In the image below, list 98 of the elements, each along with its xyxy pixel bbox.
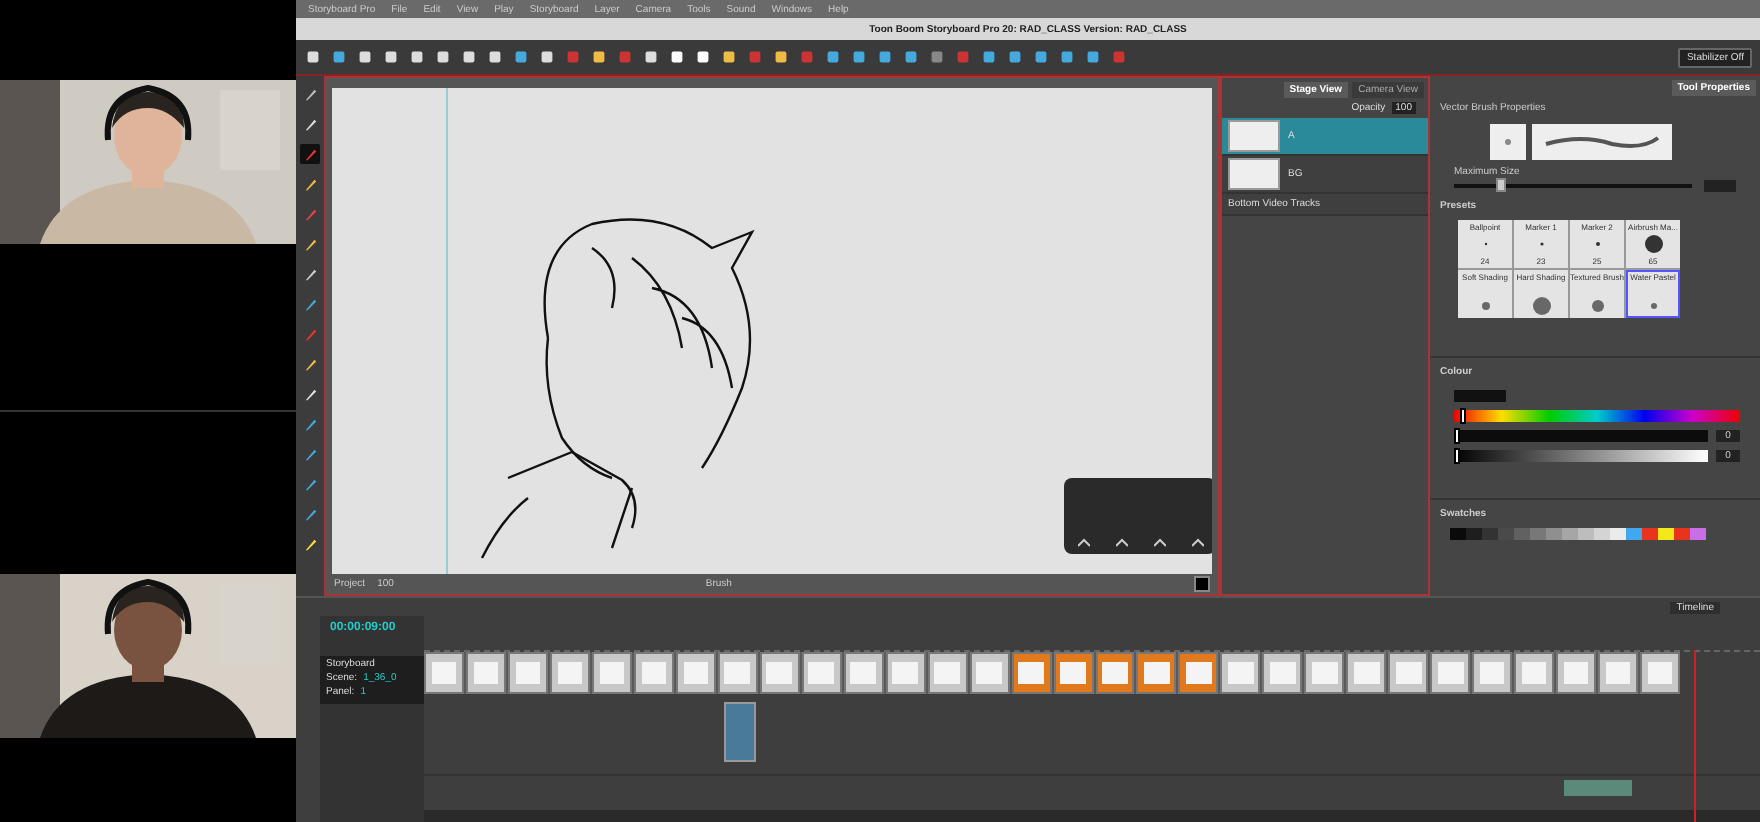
storyboard-panel[interactable] xyxy=(465,652,506,694)
colour-slider[interactable] xyxy=(1454,430,1708,442)
hue-slider[interactable] xyxy=(1454,410,1740,422)
tool-icon xyxy=(303,537,317,551)
storyboard-panel[interactable] xyxy=(843,652,884,694)
colour-swatch[interactable] xyxy=(1690,528,1706,540)
brush-dot-icon xyxy=(1531,296,1551,316)
tool-button[interactable] xyxy=(300,144,320,164)
brush-dot-icon xyxy=(1587,296,1607,316)
tool-button[interactable] xyxy=(300,414,320,434)
audio-clip[interactable] xyxy=(1564,780,1632,796)
slider-thumb[interactable] xyxy=(1496,178,1507,192)
storyboard-panel[interactable] xyxy=(1095,652,1135,694)
tool-button[interactable] xyxy=(300,114,320,134)
camera-control-icon[interactable] xyxy=(1115,538,1127,548)
storyboard-panel[interactable] xyxy=(1178,652,1219,694)
tool-icon xyxy=(303,417,317,431)
colour-swatch[interactable] xyxy=(1562,528,1578,540)
tool-icon xyxy=(303,327,317,341)
storyboard-panel[interactable] xyxy=(927,652,968,694)
storyboard-panel[interactable] xyxy=(1472,652,1513,694)
colour-slider[interactable] xyxy=(1454,450,1708,462)
tool-icon xyxy=(303,147,317,161)
storyboard-panel[interactable] xyxy=(1556,652,1597,694)
scrollbar[interactable] xyxy=(424,810,1760,822)
brush-dot-icon xyxy=(1504,138,1512,146)
colour-swatch[interactable] xyxy=(1594,528,1610,540)
slider-thumb[interactable] xyxy=(1454,428,1460,444)
tool-button[interactable] xyxy=(300,174,320,194)
storyboard-panel[interactable] xyxy=(507,652,548,694)
tool-icon xyxy=(303,117,317,131)
colour-swatch[interactable] xyxy=(1546,528,1562,540)
tool-button[interactable] xyxy=(300,234,320,254)
storyboard-panel[interactable] xyxy=(1136,652,1177,694)
tool-icon xyxy=(303,87,317,101)
storyboard-panel[interactable] xyxy=(675,652,716,694)
brush-stroke-icon xyxy=(1542,134,1662,150)
camera-control-icon[interactable] xyxy=(1153,538,1165,548)
tool-button[interactable] xyxy=(300,504,320,524)
size-value-field[interactable] xyxy=(1704,180,1736,192)
tool-icon xyxy=(303,207,317,221)
slider-thumb[interactable] xyxy=(1454,448,1460,464)
tool-button[interactable] xyxy=(300,84,320,104)
tool-button[interactable] xyxy=(300,264,320,284)
brush-colour-swatch[interactable] xyxy=(1194,576,1210,592)
storyboard-panel[interactable] xyxy=(1640,652,1681,694)
tool-button[interactable] xyxy=(300,534,320,554)
video-clip[interactable] xyxy=(724,702,756,762)
colour-swatch[interactable] xyxy=(1658,528,1674,540)
storyboard-panel[interactable] xyxy=(885,652,926,694)
storyboard-panel[interactable] xyxy=(549,652,590,694)
drawing-canvas[interactable] xyxy=(332,88,1212,574)
colour-swatch[interactable] xyxy=(1610,528,1626,540)
storyboard-panel[interactable] xyxy=(1430,652,1471,694)
camera-control-icon[interactable] xyxy=(1191,538,1203,548)
storyboard-panel[interactable] xyxy=(1262,652,1303,694)
tool-icon xyxy=(303,477,317,491)
tool-icon xyxy=(303,387,317,401)
storyboard-panel[interactable] xyxy=(1346,652,1387,694)
storyboard-panel[interactable] xyxy=(1598,652,1639,694)
current-colour-swatch xyxy=(1454,390,1506,402)
colour-swatch[interactable] xyxy=(1626,528,1642,540)
storyboard-panel[interactable] xyxy=(1220,652,1261,694)
tool-button[interactable] xyxy=(300,474,320,494)
tool-icon xyxy=(303,177,317,191)
colour-swatch[interactable] xyxy=(1642,528,1658,540)
colour-swatch[interactable] xyxy=(1498,528,1514,540)
tool-icon xyxy=(303,447,317,461)
colour-swatch[interactable] xyxy=(1466,528,1482,540)
storyboard-panel[interactable] xyxy=(717,652,758,694)
colour-swatch[interactable] xyxy=(1674,528,1690,540)
storyboard-panel[interactable] xyxy=(1304,652,1345,694)
tool-icon xyxy=(303,267,317,281)
tool-button[interactable] xyxy=(300,384,320,404)
tool-button[interactable] xyxy=(300,294,320,314)
tool-icon xyxy=(303,297,317,311)
storyboard-panel[interactable] xyxy=(591,652,632,694)
storyboard-panel[interactable] xyxy=(969,652,1010,694)
storyboard-panel[interactable] xyxy=(801,652,842,694)
storyboard-panel[interactable] xyxy=(1514,652,1555,694)
storyboard-panel[interactable] xyxy=(1053,652,1093,694)
camera-control-icon[interactable] xyxy=(1077,538,1089,548)
colour-swatch[interactable] xyxy=(1482,528,1498,540)
storyboard-panel[interactable] xyxy=(759,652,800,694)
tool-icon xyxy=(303,507,317,521)
tool-icon xyxy=(303,357,317,371)
colour-swatch[interactable] xyxy=(1578,528,1594,540)
tool-button[interactable] xyxy=(300,444,320,464)
slider-thumb[interactable] xyxy=(1459,408,1466,424)
storyboard-panel[interactable] xyxy=(1388,652,1429,694)
storyboard-panel[interactable] xyxy=(1011,652,1052,694)
colour-swatch[interactable] xyxy=(1450,528,1466,540)
tool-button[interactable] xyxy=(300,354,320,374)
tool-icon xyxy=(303,237,317,251)
colour-swatch[interactable] xyxy=(1514,528,1530,540)
brush-dot-icon xyxy=(1643,234,1663,254)
storyboard-panel[interactable] xyxy=(633,652,674,694)
colour-swatch[interactable] xyxy=(1530,528,1546,540)
